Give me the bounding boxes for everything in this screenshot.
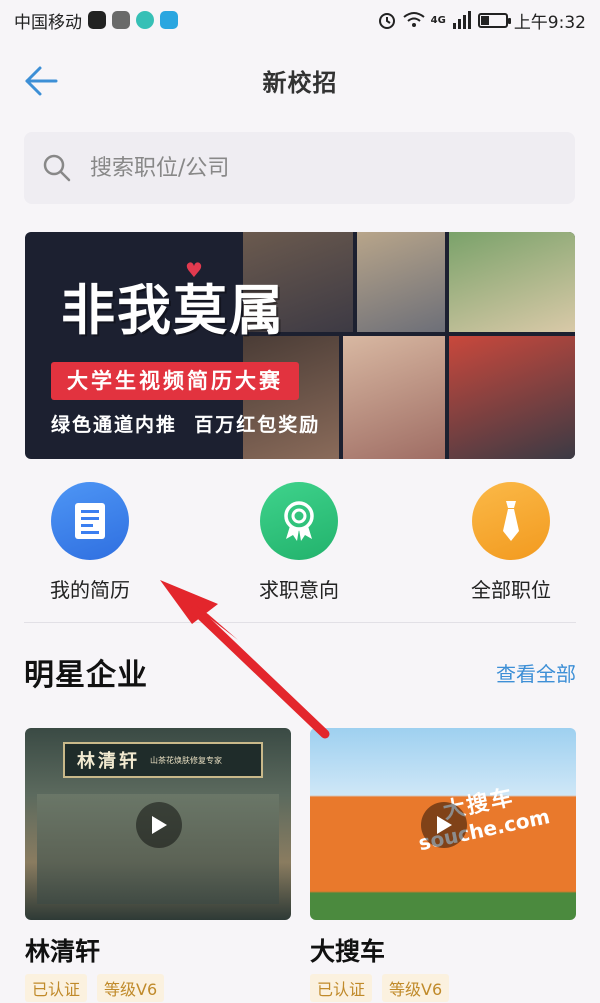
- tiktok-notification-icon: [88, 11, 106, 29]
- shortcut-label: 求职意向: [259, 578, 339, 602]
- shortcut-row: 我的简历 求职意向 全部职位: [0, 482, 600, 612]
- section-divider: [24, 622, 576, 623]
- company-tags: 已认证 等级V6: [310, 974, 576, 1002]
- search-icon: [43, 154, 71, 182]
- network-type: 4G: [430, 14, 446, 26]
- company-card-linqingxuan[interactable]: 林清轩 山茶花焕肤修复专家 林清轩 已认证 等级V6: [25, 728, 291, 1002]
- view-all-link[interactable]: 查看全部: [496, 658, 576, 687]
- status-bar: 中国移动 4G 上午9:32: [0, 0, 600, 40]
- company-video-thumbnail[interactable]: 大搜车 souche.com: [310, 728, 576, 920]
- level-badge: 等级V6: [97, 974, 165, 1002]
- store-sign-subtext: 山茶花焕肤修复专家: [150, 755, 222, 765]
- heart-icon: ♥: [185, 258, 203, 282]
- page-title: 新校招: [262, 68, 338, 97]
- play-icon[interactable]: [136, 802, 182, 848]
- level-badge: 等级V6: [382, 974, 450, 1002]
- status-left: 中国移动: [14, 8, 178, 33]
- banner-logo-text: 非我莫属: [61, 278, 285, 342]
- wifi-app-notification-icon: [136, 11, 154, 29]
- promo-banner[interactable]: 非我莫属 ♥ 大学生视频简历大赛 绿色通道内推 百万红包奖励: [25, 232, 575, 459]
- shortcut-job-intention[interactable]: 求职意向: [219, 482, 379, 603]
- wifi-icon: [403, 12, 425, 27]
- company-card-dasouche[interactable]: 大搜车 souche.com 大搜车 已认证 等级V6: [310, 728, 576, 1002]
- banner-tag: 大学生视频简历大赛: [51, 362, 299, 400]
- resume-icon: [51, 482, 129, 560]
- app-notification-icon: [112, 11, 130, 29]
- search-bar[interactable]: [24, 132, 575, 204]
- shortcut-my-resume[interactable]: 我的简历: [10, 482, 170, 603]
- banner-subtitle: 绿色通道内推 百万红包奖励: [51, 414, 321, 436]
- shortcut-label: 全部职位: [471, 578, 551, 602]
- store-sign-text: 林清轩: [77, 751, 140, 772]
- signal-icon: [452, 11, 471, 29]
- award-ribbon-icon: [260, 482, 338, 560]
- store-sign: 林清轩 山茶花焕肤修复专家: [63, 742, 263, 778]
- shortcut-label: 我的简历: [50, 578, 130, 602]
- back-button[interactable]: [22, 62, 60, 100]
- company-video-thumbnail[interactable]: 林清轩 山茶花焕肤修复专家: [25, 728, 291, 920]
- status-right: 4G 上午9:32: [377, 8, 586, 33]
- company-name: 林清轩: [25, 937, 101, 966]
- verified-badge: 已认证: [310, 974, 373, 1002]
- battery-icon: [477, 12, 511, 28]
- company-tags: 已认证 等级V6: [25, 974, 291, 1002]
- star-companies-header: 明星企业 查看全部: [24, 648, 576, 696]
- necktie-icon: [472, 482, 550, 560]
- play-icon[interactable]: [421, 802, 467, 848]
- company-name: 大搜车: [310, 937, 386, 966]
- clock: 上午9:32: [513, 12, 586, 33]
- nav-header: 新校招: [0, 48, 600, 112]
- carrier-label: 中国移动: [14, 12, 82, 33]
- verified-badge: 已认证: [25, 974, 88, 1002]
- send-notification-icon: [160, 11, 178, 29]
- alarm-icon: [378, 13, 395, 29]
- shortcut-all-jobs[interactable]: 全部职位: [431, 482, 591, 603]
- section-title: 明星企业: [24, 658, 148, 693]
- search-input[interactable]: [88, 154, 532, 182]
- back-arrow-icon: [25, 66, 58, 96]
